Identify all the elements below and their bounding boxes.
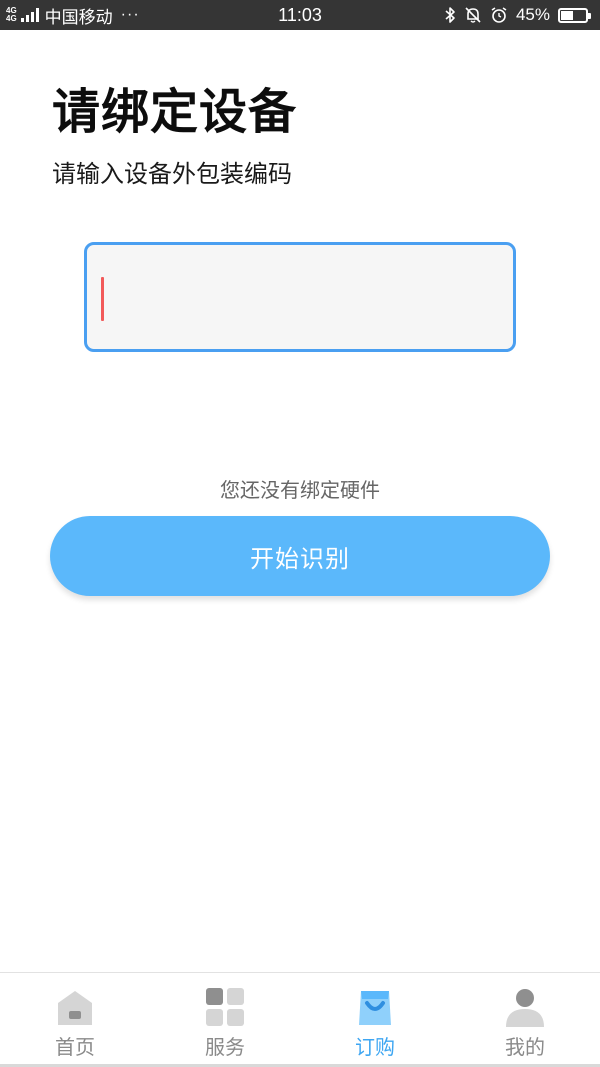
tab-home-label: 首页 bbox=[55, 1035, 95, 1059]
battery-fill bbox=[561, 10, 573, 20]
page-subtitle: 请输入设备外包装编码 bbox=[52, 160, 292, 188]
status-bar: 4G 4G 中国移动 ··· 11:03 45% bbox=[0, 0, 600, 30]
mute-bell-icon bbox=[465, 7, 481, 23]
home-icon bbox=[58, 991, 92, 1025]
bluetooth-icon bbox=[445, 7, 455, 23]
tab-service[interactable]: 服务 bbox=[150, 973, 300, 1067]
code-input-container[interactable] bbox=[84, 242, 516, 352]
battery-icon bbox=[558, 7, 591, 23]
no-device-hint: 您还没有绑定硬件 bbox=[220, 478, 380, 502]
alarm-icon bbox=[491, 7, 507, 23]
shopping-bag-icon bbox=[359, 991, 391, 1025]
bottom-tab-bar: 首页 服务 订购 我的 bbox=[0, 972, 600, 1067]
tab-mine-label: 我的 bbox=[505, 1035, 545, 1059]
device-code-input[interactable] bbox=[87, 245, 513, 349]
profile-icon bbox=[506, 989, 544, 1027]
tab-mine[interactable]: 我的 bbox=[450, 973, 600, 1067]
tab-home[interactable]: 首页 bbox=[0, 973, 150, 1067]
grid-icon bbox=[206, 988, 244, 1026]
tab-service-label: 服务 bbox=[205, 1035, 245, 1059]
tab-order-label: 订购 bbox=[355, 1035, 395, 1059]
tab-order[interactable]: 订购 bbox=[300, 973, 450, 1067]
battery-percent: 45% bbox=[515, 5, 550, 24]
text-caret bbox=[101, 277, 104, 321]
status-right: 45% bbox=[444, 0, 591, 30]
page-title: 请绑定设备 bbox=[52, 84, 298, 140]
start-recognition-button[interactable]: 开始识别 bbox=[50, 516, 550, 596]
